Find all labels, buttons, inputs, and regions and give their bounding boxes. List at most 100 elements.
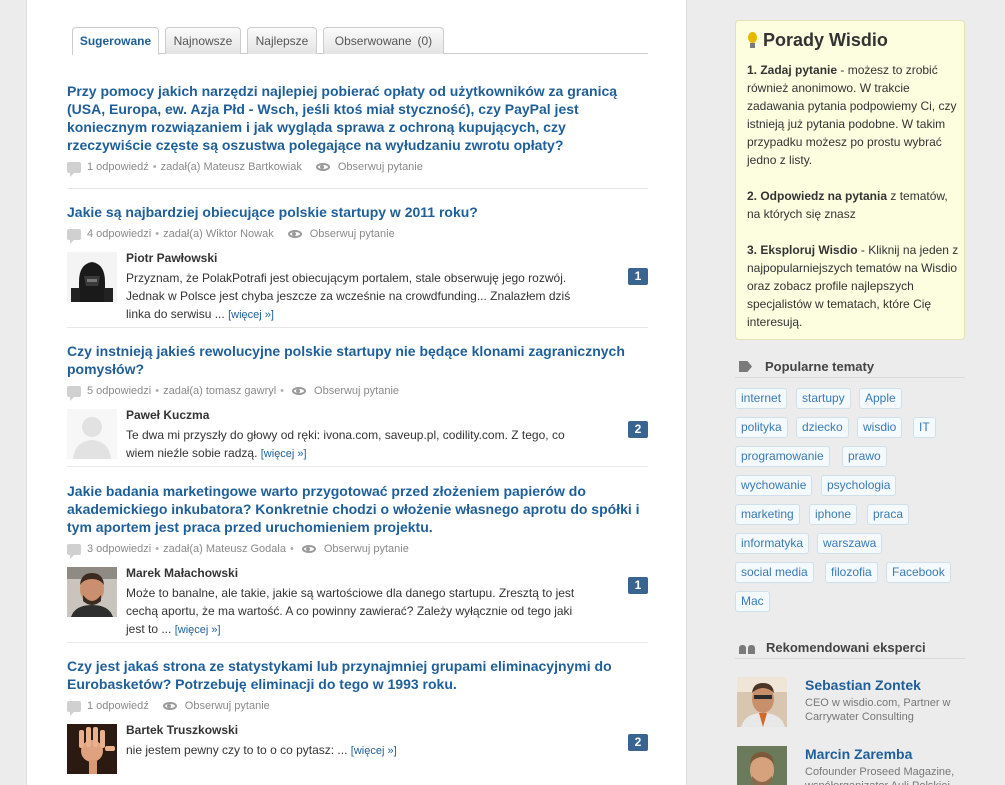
topic-tag[interactable]: marketing [735, 504, 800, 525]
avatar[interactable] [67, 724, 117, 774]
meta-separator: • [280, 385, 285, 397]
tab-najnowsze[interactable]: Najnowsze [165, 27, 241, 54]
question-title[interactable]: Czy instnieją jakieś rewolucyjne polskie… [67, 342, 648, 378]
topic-tag[interactable]: startupy [796, 388, 851, 409]
comment-icon [67, 700, 81, 716]
tips-box: Porady Wisdio 1. Zadaj pytanie - możesz … [735, 20, 965, 340]
question-meta: 4 odpowiedzi • zadał(a) Wiktor Nowak Obs… [67, 226, 648, 244]
answers-count-link[interactable]: 5 odpowiedzi [87, 383, 151, 399]
topic-tag[interactable]: social media [735, 562, 814, 583]
topic-tag[interactable]: warszawa [817, 533, 883, 554]
meta-separator: • [155, 385, 160, 397]
topic-tag[interactable]: programowanie [735, 446, 830, 467]
topic-tag[interactable]: Mac [735, 591, 770, 612]
topic-tag[interactable]: wisdio [857, 417, 903, 438]
answers-count-link[interactable]: 1 odpowiedź [87, 159, 149, 175]
expert-avatar[interactable] [737, 677, 787, 727]
follow-question-link[interactable]: Obserwuj pytanie [185, 698, 270, 714]
votes-badge: 1 [628, 577, 648, 594]
tip-step-2-title: 2. Odpowiedz na pytania [747, 189, 888, 203]
topic-tag[interactable]: psychologia [821, 475, 897, 496]
meta-separator: • [152, 161, 157, 173]
topic-tag[interactable]: internet [735, 388, 788, 409]
eye-icon [162, 702, 177, 710]
topic-tag[interactable]: iphone [809, 504, 858, 525]
tag-icon [739, 361, 752, 372]
tip-step-1-text: - możesz to zrobić również anonimowo. W … [747, 63, 957, 167]
topic-tag[interactable]: dziecko [796, 417, 849, 438]
expert-name[interactable]: Sebastian Zontek [805, 677, 921, 693]
answer-author[interactable]: Paweł Kuczma [126, 408, 209, 422]
meta-separator: • [155, 228, 160, 240]
expert-description: Cofounder Proseed Magazine, współorganiz… [805, 766, 955, 785]
eye-icon [315, 163, 330, 171]
question-title[interactable]: Przy pomocy jakich narzędzi najlepiej po… [67, 82, 648, 154]
topic-tag[interactable]: wychowanie [735, 475, 813, 496]
answer-text: Te dwa mi przyszły do głowy od ręki: ivo… [126, 426, 586, 463]
answer-author[interactable]: Marek Małachowski [126, 566, 238, 580]
topic-tag[interactable]: Apple [859, 388, 902, 409]
lightbulb-icon [747, 31, 757, 50]
tab-obserwowane-count: (0) [417, 34, 433, 48]
question-item: Czy instnieją jakieś rewolucyjne polskie… [67, 342, 648, 461]
answer-body: Te dwa mi przyszły do głowy od ręki: ivo… [126, 428, 565, 460]
more-link[interactable]: [więcej »] [351, 745, 397, 757]
topic-tag[interactable]: prawo [842, 446, 887, 467]
main-content: Sugerowane Najnowsze Najlepsze Obserwowa… [26, 0, 687, 785]
experts-heading: Rekomendowani eksperci [735, 637, 965, 659]
topic-tag[interactable]: praca [867, 504, 910, 525]
follow-question-link[interactable]: Obserwuj pytanie [310, 226, 395, 242]
tab-najlepsze[interactable]: Najlepsze [247, 27, 317, 54]
tip-step-2: 2. Odpowiedz na pytania z tematów, na kt… [747, 187, 959, 223]
question-meta: 1 odpowiedź • zadał(a) Mateusz Bartkowia… [67, 159, 648, 177]
answer-author[interactable]: Bartek Truszkowski [126, 723, 238, 737]
divider [67, 327, 648, 328]
answer-author[interactable]: Piotr Pawłowski [126, 251, 217, 265]
asked-by: zadał(a) tomasz gawryl [163, 385, 277, 397]
expert-name[interactable]: Marcin Zaremba [805, 746, 912, 762]
more-link[interactable]: [więcej »] [261, 448, 307, 460]
eye-icon [287, 230, 302, 238]
popular-topics-heading: Popularne tematy [735, 356, 965, 378]
question-item: Czy jest jakaś strona ze statystykami lu… [67, 657, 648, 776]
tab-obserwowane[interactable]: Obserwowane (0) [323, 27, 444, 54]
topic-tag[interactable]: polityka [735, 417, 788, 438]
tip-step-1-title: 1. Zadaj pytanie [747, 63, 838, 77]
topic-tag[interactable]: IT [913, 417, 936, 438]
avatar[interactable] [67, 252, 117, 302]
topic-tag[interactable]: Facebook [886, 562, 951, 583]
meta-separator: • [289, 543, 294, 555]
popular-topics-title: Popularne tematy [765, 359, 875, 374]
answers-count-link[interactable]: 4 odpowiedzi [87, 226, 151, 242]
asked-by: zadał(a) Mateusz Godala [163, 543, 286, 555]
experts-title: Rekomendowani eksperci [766, 640, 926, 655]
answers-count-link[interactable]: 3 odpowiedzi [87, 541, 151, 557]
avatar[interactable] [67, 567, 117, 617]
expert-avatar[interactable] [737, 746, 787, 785]
answer-text: nie jestem pewny czy to to o co pytasz: … [126, 741, 586, 760]
follow-question-link[interactable]: Obserwuj pytanie [338, 159, 423, 175]
more-link[interactable]: [więcej »] [228, 309, 274, 321]
answers-count-link[interactable]: 1 odpowiedź [87, 698, 149, 714]
eye-icon [301, 545, 316, 553]
question-item: Jakie są najbardziej obiecujące polskie … [67, 203, 648, 321]
answer-text: Przyznam, że PolakPotrafi jest obiecując… [126, 269, 586, 324]
answer-text: Może to banalne, ale takie, jakie są war… [126, 584, 586, 639]
follow-question-link[interactable]: Obserwuj pytanie [314, 383, 399, 399]
eye-icon [292, 387, 307, 395]
question-title[interactable]: Czy jest jakaś strona ze statystykami lu… [67, 657, 648, 693]
avatar[interactable] [67, 409, 117, 459]
top-answer: Paweł Kuczma Te dwa mi przyszły do głowy… [67, 408, 648, 463]
topic-tag[interactable]: informatyka [735, 533, 810, 554]
asked-by: zadał(a) Wiktor Nowak [163, 228, 274, 240]
tips-body: 1. Zadaj pytanie - możesz to zrobić równ… [747, 61, 959, 349]
follow-question-link[interactable]: Obserwuj pytanie [324, 541, 409, 557]
question-title[interactable]: Jakie badania marketingowe warto przygot… [67, 482, 648, 536]
comment-icon [67, 385, 81, 401]
question-title[interactable]: Jakie są najbardziej obiecujące polskie … [67, 203, 648, 221]
expert-item: Sebastian Zontek CEO w wisdio.com, Partn… [735, 677, 965, 729]
tab-sugerowane[interactable]: Sugerowane [72, 27, 159, 55]
topic-tag[interactable]: filozofia [825, 562, 878, 583]
divider [67, 466, 648, 467]
more-link[interactable]: [więcej »] [175, 624, 221, 636]
